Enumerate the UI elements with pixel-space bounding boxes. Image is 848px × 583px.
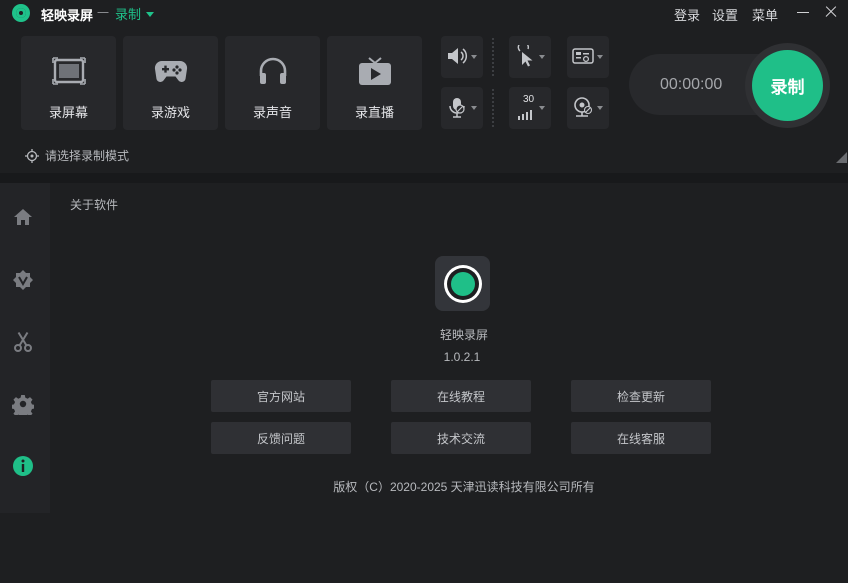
mode-tile-game[interactable]: 录游戏 [123, 36, 218, 130]
app-logo-icon [12, 4, 30, 22]
title-bar: 轻映录屏 一 录制 登录 设置 菜单 [0, 0, 848, 26]
toolbar-divider [492, 89, 494, 127]
product-logo-icon [435, 256, 490, 311]
chevron-down-icon [539, 106, 545, 110]
info-icon[interactable] [12, 455, 34, 477]
official-site-button[interactable]: 官方网站 [211, 380, 351, 412]
mode-tile-label: 录直播 [354, 105, 394, 120]
headphones-icon [259, 57, 286, 84]
online-support-button[interactable]: 在线客服 [571, 422, 711, 454]
chevron-down-icon [146, 11, 155, 17]
chevron-down-icon [597, 106, 603, 110]
select-mode-hint-label: 请选择录制模式 [45, 149, 130, 163]
watermark-settings-icon [572, 48, 594, 64]
login-link[interactable]: 登录 [674, 5, 700, 24]
sidebar [0, 183, 50, 513]
microphone-icon [449, 98, 465, 118]
settings-link[interactable]: 设置 [712, 5, 738, 24]
version-label: 1.0.2.1 [443, 350, 481, 364]
record-button[interactable]: 录制 [752, 50, 823, 121]
fps-button[interactable]: 30 [509, 87, 551, 129]
collapse-corner-icon[interactable] [836, 152, 847, 163]
copyright-text: 版权（C）2020-2025 天津迅读科技有限公司所有 [333, 480, 595, 494]
tv-icon [358, 57, 391, 85]
tech-exchange-button[interactable]: 技术交流 [391, 422, 531, 454]
screen-icon [51, 57, 86, 85]
cursor-button[interactable] [509, 36, 551, 78]
close-icon[interactable] [823, 3, 839, 21]
mode-tile-label: 录游戏 [150, 105, 190, 120]
chevron-down-icon [471, 55, 477, 59]
gamepad-icon [154, 60, 187, 83]
mode-tile-screen[interactable]: 录屏幕 [21, 36, 116, 130]
mode-tile-label: 录声音 [252, 105, 292, 120]
mode-tile-audio[interactable]: 录声音 [225, 36, 320, 130]
chevron-down-icon [597, 55, 603, 59]
vip-icon[interactable] [12, 269, 34, 291]
watermark-button[interactable] [567, 36, 609, 78]
online-tutorial-button[interactable]: 在线教程 [391, 380, 531, 412]
webcam-button[interactable] [567, 87, 609, 129]
feedback-button[interactable]: 反馈问题 [211, 422, 351, 454]
microphone-button[interactable] [441, 87, 483, 129]
speaker-icon [448, 48, 468, 64]
chevron-down-icon [471, 106, 477, 110]
home-icon[interactable] [12, 206, 34, 228]
section-separator [0, 173, 848, 183]
page-title: 关于软件 [70, 198, 119, 212]
mode-dropdown-label: 录制 [115, 7, 142, 22]
speaker-button[interactable] [441, 36, 483, 78]
mode-tile-live[interactable]: 录直播 [327, 36, 422, 130]
signal-bars-icon [518, 110, 532, 120]
select-mode-hint[interactable]: 请选择录制模式 [25, 147, 129, 164]
webcam-icon [574, 97, 593, 117]
mode-dropdown[interactable]: 录制 [115, 4, 155, 23]
product-name: 轻映录屏 [439, 328, 488, 342]
minimize-icon[interactable] [795, 3, 811, 21]
menu-link[interactable]: 菜单 [752, 5, 778, 24]
timer-display: 00:00:00 [660, 76, 723, 93]
title-separator: 一 [97, 6, 110, 20]
check-update-button[interactable]: 检查更新 [571, 380, 711, 412]
toolbar-divider [492, 38, 494, 76]
cursor-click-icon [517, 45, 533, 67]
mode-tile-label: 录屏幕 [48, 105, 88, 120]
gear-icon[interactable] [12, 393, 34, 415]
app-name: 轻映录屏 [41, 8, 94, 23]
target-icon [25, 148, 39, 163]
chevron-down-icon [539, 55, 545, 59]
fps-value: 30 [523, 94, 535, 105]
